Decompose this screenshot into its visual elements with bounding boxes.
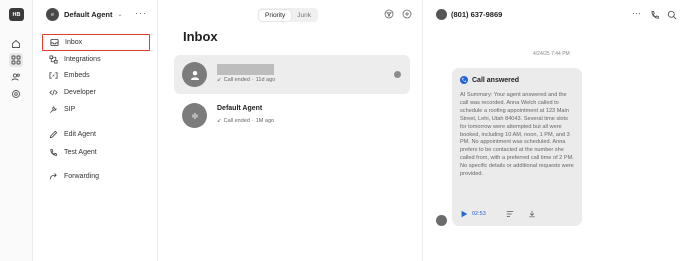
nav-item-developer[interactable]: Developer [42, 84, 150, 101]
inbox-filter-toggle: Priority Junk [258, 8, 318, 22]
tab-junk[interactable]: Junk [291, 10, 317, 21]
nav-item-label: Edit Agent [64, 131, 96, 138]
contact-phone: (801) 637-9869 [451, 10, 503, 19]
home-icon[interactable] [9, 37, 23, 51]
nav-item-sip[interactable]: SIP [42, 101, 150, 118]
list-item[interactable]: ↙ Call ended · 11d ago [174, 55, 410, 94]
conversation-header: (801) 637-9869 [436, 9, 502, 20]
agent-sidebar: e Default Agent ⌄ ··· Inbox Integrations… [33, 0, 158, 261]
agent-avatar [182, 103, 207, 128]
page-title: Inbox [183, 29, 218, 44]
code-icon [48, 88, 58, 98]
workspace-avatar[interactable]: HB [9, 8, 24, 21]
more-options-icon[interactable]: ··· [135, 8, 147, 18]
thread-name: Default Agent [217, 105, 263, 112]
search-icon[interactable] [667, 10, 677, 20]
thread-status: ↙ Call ended · 1M ago [217, 118, 275, 124]
inbox-icon [49, 38, 59, 48]
nav-item-label: Inbox [65, 39, 83, 46]
recording-duration: 02:53 [472, 211, 486, 217]
tab-priority[interactable]: Priority [259, 9, 292, 21]
recording-controls: 02:53 [460, 210, 536, 218]
call-missed-arrow-icon: ↙ [217, 77, 222, 83]
agent-switcher[interactable]: e Default Agent ⌄ [46, 8, 123, 21]
agent-logo: e [46, 8, 59, 21]
message-header: Call answered [460, 76, 519, 84]
wrench-icon [48, 105, 58, 115]
nav-item-label: Integrations [64, 56, 101, 63]
phone-icon [460, 76, 468, 84]
message-timestamp: 4/24/25 7:44 PM [533, 51, 570, 57]
nav-item-label: Embeds [64, 72, 90, 79]
forward-icon [48, 172, 58, 182]
nav-item-edit-agent[interactable]: Edit Agent [42, 126, 150, 143]
play-icon[interactable] [460, 210, 468, 218]
contact-avatar [182, 62, 207, 87]
chevron-down-icon: ⌄ [117, 12, 123, 18]
pencil-icon [48, 130, 58, 140]
nav-item-inbox[interactable]: Inbox [42, 34, 150, 51]
call-missed-arrow-icon: ↙ [217, 118, 222, 124]
settings-icon[interactable] [9, 87, 23, 101]
nav-item-integrations[interactable]: Integrations [42, 51, 150, 68]
agent-avatar [436, 215, 447, 226]
download-icon[interactable] [528, 210, 536, 218]
more-options-icon[interactable]: ··· [632, 8, 641, 18]
icon-rail: HB [0, 0, 33, 261]
inbox-panel: Priority Junk Inbox ↙ Call ended · 11d ago… [158, 0, 423, 261]
transcript-icon[interactable] [506, 210, 514, 218]
message-title: Call answered [472, 76, 520, 84]
nav-item-label: Test Agent [64, 149, 97, 156]
agent-name: Default Agent [64, 10, 113, 19]
thread-status: ↙ Call ended · 11d ago [217, 77, 276, 83]
call-icon[interactable] [650, 10, 660, 20]
list-item[interactable]: Default Agent ↙ Call ended · 1M ago [174, 96, 410, 135]
call-summary-message: Call answered AI Summary: Your agent ans… [452, 68, 582, 226]
embed-icon [48, 71, 58, 81]
nav-item-label: Forwarding [64, 173, 100, 180]
integrations-icon [48, 55, 58, 65]
contact-avatar [436, 9, 447, 20]
redacted-contact-name [217, 64, 274, 75]
conversation-panel: (801) 637-9869 ··· 4/24/25 7:44 PM Call … [423, 0, 688, 261]
message-body: AI Summary: Your agent answered and the … [460, 92, 574, 178]
users-icon[interactable] [9, 70, 23, 84]
filter-icon[interactable] [384, 9, 394, 19]
nav-item-forwarding[interactable]: Forwarding [42, 168, 150, 185]
apps-grid-icon[interactable] [9, 53, 23, 67]
nav-item-label: Developer [64, 89, 96, 96]
phone-icon [48, 148, 58, 158]
add-icon[interactable] [402, 9, 412, 19]
nav-item-embeds[interactable]: Embeds [42, 67, 150, 84]
nav-item-test-agent[interactable]: Test Agent [42, 144, 150, 161]
nav-item-label: SIP [64, 106, 76, 113]
unread-indicator [394, 71, 401, 78]
